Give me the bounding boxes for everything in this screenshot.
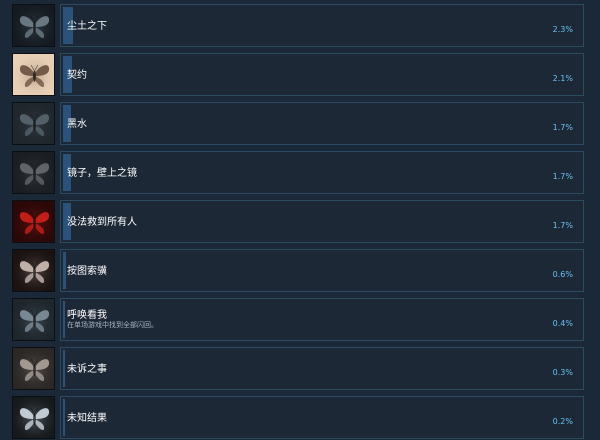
- progress-bar: [63, 252, 66, 289]
- achievement-title: 契约: [67, 70, 87, 81]
- moth-icon: [12, 249, 55, 292]
- moth-icon: [12, 347, 55, 390]
- progress-bar: [63, 399, 65, 436]
- achievement-percent: 0.2%: [552, 417, 573, 426]
- achievement-percent: 1.7%: [552, 172, 573, 181]
- achievement-description: 在单场游戏中找到全部闪回。: [67, 321, 158, 329]
- achievement-percent: 1.7%: [552, 123, 573, 132]
- moth-icon: [12, 53, 55, 96]
- achievement-row[interactable]: 未知结果 0.2%: [12, 396, 588, 439]
- achievement-row[interactable]: 未诉之事 0.3%: [12, 347, 588, 390]
- moth-icon: [12, 396, 55, 439]
- achievement-panel: 未知结果 0.2%: [60, 396, 584, 439]
- achievement-panel: 呼唤看我 在单场游戏中找到全部闪回。 0.4%: [60, 298, 584, 341]
- achievement-row[interactable]: 契约 2.1%: [12, 53, 588, 96]
- achievement-percent: 0.6%: [552, 270, 573, 279]
- achievement-row[interactable]: 黑水 1.7%: [12, 102, 588, 145]
- achievement-title: 没法救到所有人: [67, 217, 137, 228]
- moth-icon: [12, 298, 55, 341]
- moth-icon: [12, 151, 55, 194]
- achievement-title: 呼唤看我: [67, 310, 107, 321]
- achievement-panel: 镜子，壁上之镜 1.7%: [60, 151, 584, 194]
- achievement-percent: 1.7%: [552, 221, 573, 230]
- achievement-title: 未知结果: [67, 413, 107, 424]
- moth-icon: [12, 102, 55, 145]
- achievement-title: 黑水: [67, 119, 87, 130]
- achievement-percent: 2.3%: [552, 25, 573, 34]
- achievement-percent: 0.3%: [552, 368, 573, 377]
- progress-bar: [63, 350, 65, 387]
- achievement-row[interactable]: 没法救到所有人 1.7%: [12, 200, 588, 243]
- achievement-panel: 尘土之下 2.3%: [60, 4, 584, 47]
- achievement-title: 未诉之事: [67, 364, 107, 375]
- achievement-list: 尘土之下 2.3% 契约 2.1% 黑水 1.7% 镜子，壁上之镜 1.7% 没…: [0, 0, 600, 440]
- achievement-panel: 黑水 1.7%: [60, 102, 584, 145]
- moth-icon: [12, 4, 55, 47]
- achievement-row[interactable]: 按图索骥 0.6%: [12, 249, 588, 292]
- achievement-panel: 没法救到所有人 1.7%: [60, 200, 584, 243]
- achievement-panel: 未诉之事 0.3%: [60, 347, 584, 390]
- achievement-title: 按图索骥: [67, 266, 107, 277]
- moth-icon: [12, 200, 55, 243]
- achievement-title: 尘土之下: [67, 21, 107, 32]
- achievement-panel: 按图索骥 0.6%: [60, 249, 584, 292]
- achievement-title: 镜子，壁上之镜: [67, 168, 137, 179]
- achievement-panel: 契约 2.1%: [60, 53, 584, 96]
- achievement-percent: 2.1%: [552, 74, 573, 83]
- achievement-row[interactable]: 尘土之下 2.3%: [12, 4, 588, 47]
- progress-bar: [63, 301, 65, 338]
- achievement-row[interactable]: 镜子，壁上之镜 1.7%: [12, 151, 588, 194]
- achievement-percent: 0.4%: [552, 319, 573, 328]
- achievement-row[interactable]: 呼唤看我 在单场游戏中找到全部闪回。 0.4%: [12, 298, 588, 341]
